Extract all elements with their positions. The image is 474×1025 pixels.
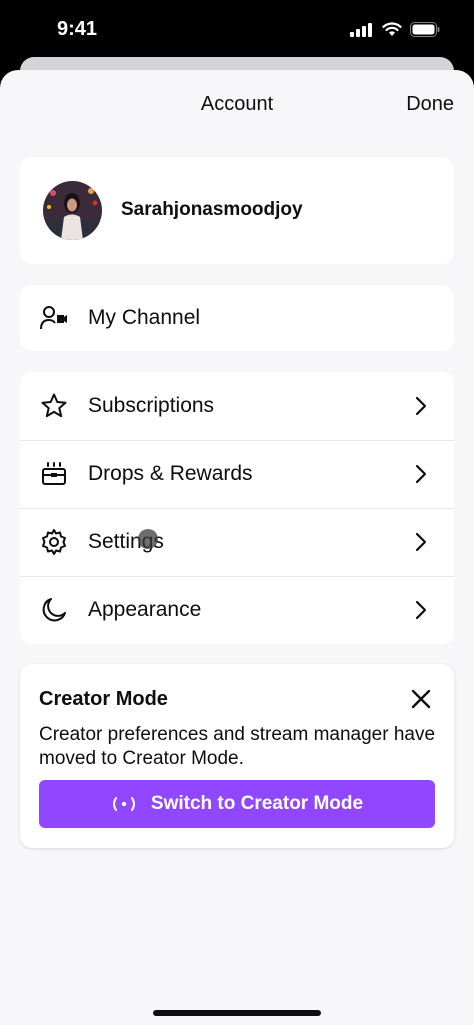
menu-item-subscriptions[interactable]: Subscriptions <box>20 372 454 440</box>
chevron-right-icon <box>415 532 427 552</box>
my-channel-card[interactable]: My Channel <box>20 285 454 351</box>
gear-icon <box>40 528 68 556</box>
status-bar: 9:41 <box>0 0 474 60</box>
menu-card: Subscriptions Drops & Rewards Settings A… <box>20 372 454 644</box>
my-channel-row[interactable]: My Channel <box>20 285 454 351</box>
touch-indicator <box>138 529 158 549</box>
creator-mode-title: Creator Mode <box>39 688 168 710</box>
close-icon[interactable] <box>410 688 432 710</box>
profile-card[interactable]: Sarahjonasmoodjoy <box>20 157 454 264</box>
avatar[interactable] <box>43 181 102 240</box>
battery-icon <box>410 22 440 37</box>
broadcast-icon <box>112 797 135 811</box>
home-indicator[interactable] <box>153 1010 321 1016</box>
page-title: Account <box>200 93 274 115</box>
chevron-right-icon <box>415 396 427 416</box>
menu-item-drops-rewards[interactable]: Drops & Rewards <box>20 440 454 508</box>
user-video-icon <box>40 304 68 332</box>
done-button[interactable]: Done <box>406 93 454 116</box>
menu-item-appearance[interactable]: Appearance <box>20 576 454 644</box>
switch-button-label: Switch to Creator Mode <box>150 793 364 814</box>
chevron-right-icon <box>415 464 427 484</box>
menu-item-label: Drops & Rewards <box>88 462 253 485</box>
menu-item-label: Subscriptions <box>88 394 215 417</box>
my-channel-label: My Channel <box>88 306 201 329</box>
menu-item-settings[interactable]: Settings <box>20 508 454 576</box>
status-icons <box>350 22 440 37</box>
status-time: 9:41 <box>57 18 98 40</box>
cellular-signal-icon <box>350 22 372 37</box>
creator-mode-description: Creator preferences and stream manager h… <box>39 724 436 769</box>
gift-box-icon <box>40 460 68 488</box>
creator-mode-card: Creator Mode Creator preferences and str… <box>20 664 454 848</box>
star-icon <box>40 392 68 420</box>
username: Sarahjonasmoodjoy <box>121 199 303 220</box>
wifi-icon <box>382 22 402 36</box>
moon-icon <box>40 596 68 624</box>
menu-item-label: Appearance <box>88 598 202 621</box>
chevron-right-icon <box>415 600 427 620</box>
switch-to-creator-mode-button[interactable]: Switch to Creator Mode <box>39 780 435 828</box>
